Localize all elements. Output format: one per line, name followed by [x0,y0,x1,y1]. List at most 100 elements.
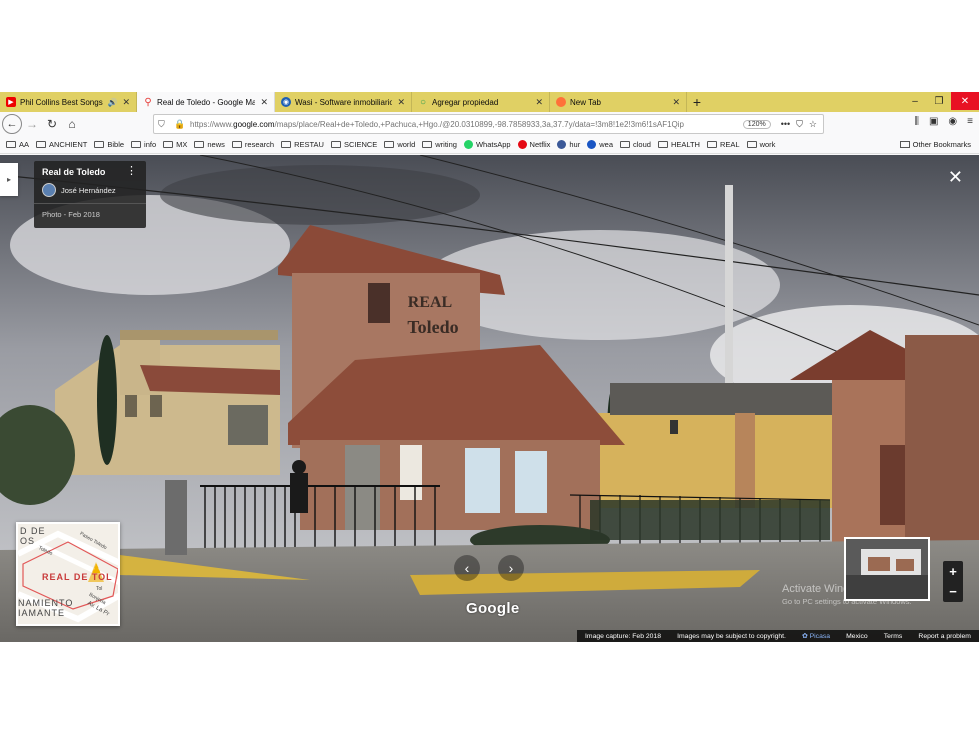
folder-icon [330,141,341,148]
address-bar[interactable]: ⛉ 🔒 https://www.google.com/maps/place/Re… [153,114,824,134]
window-close-icon[interactable]: ✕ [951,92,979,110]
bookmark-restau[interactable]: RESTAU [281,140,324,149]
bookmark-aa[interactable]: AA [6,140,29,149]
back-button[interactable]: ← [2,114,22,134]
place-title[interactable]: Real de Toledo [42,167,138,177]
close-icon[interactable]: ✕ [535,97,543,108]
folder-icon [384,141,395,148]
hur-icon [557,140,567,149]
bookmark-wea[interactable]: wea [587,140,613,149]
bookmark-health[interactable]: HEALTH [657,140,700,149]
zoom-out-button[interactable]: − [949,584,957,599]
close-streetview-icon[interactable]: ✕ [948,167,963,188]
library-icon[interactable]: ⫼ [914,116,919,127]
restore-icon[interactable]: ❐ [927,92,951,110]
bookmark-label: MX [176,140,188,149]
account-icon[interactable]: ◉ [948,116,957,127]
panorama-image[interactable]: REAL Toledo [0,155,979,642]
photo-date: Photo - Feb 2018 [42,210,100,219]
window-controls: – ❐ ✕ [903,92,979,112]
bookmark-label: info [144,140,157,149]
bookmark-research[interactable]: research [231,140,274,149]
copyright-notice[interactable]: Images may be subject to copyright. [677,633,786,640]
bookmark-whatsapp[interactable]: WhatsApp [463,140,511,149]
sidebar-icon[interactable]: ▣ [929,116,938,127]
bookmark-world[interactable]: world [384,140,415,149]
hamburger-menu-icon[interactable]: ≡ [967,116,973,127]
bookmark-real[interactable]: REAL [706,140,740,149]
folder-icon [746,141,757,148]
folder-icon [131,141,142,148]
map-footer: Image capture: Feb 2018 Images may be su… [577,630,979,642]
youtube-icon: ▶ [6,97,16,107]
bookmark-info[interactable]: info [131,140,156,149]
page-actions-menu[interactable]: ••• [781,119,790,129]
pocket-icon[interactable]: ⛉ [796,119,803,130]
folder-icon [163,141,174,148]
minimize-icon[interactable]: – [903,92,927,110]
close-icon[interactable]: ✕ [397,97,405,108]
browser-window: ▶ Phil Collins Best Songs - Ph 🔊 ✕ ⚲ Rea… [0,92,979,642]
terms-link[interactable]: Terms [884,633,903,640]
tab-new-tab[interactable]: New Tab ✕ [550,92,687,112]
tab-strip: ▶ Phil Collins Best Songs - Ph 🔊 ✕ ⚲ Rea… [0,92,979,112]
bookmark-star-icon[interactable]: ☆ [809,119,817,130]
new-tab-button[interactable]: + [687,92,707,112]
tab-phil-collins[interactable]: ▶ Phil Collins Best Songs - Ph 🔊 ✕ [0,92,137,112]
close-icon[interactable]: ✕ [260,97,268,108]
thumbnail-image [846,539,928,599]
speaker-icon[interactable]: 🔊 [107,98,117,107]
picasa-icon: ✿ [802,633,808,640]
bookmark-label: Bible [107,140,125,149]
bookmark-hur[interactable]: hur [557,140,580,149]
bookmark-label: HEALTH [670,140,700,149]
bookmark-mx[interactable]: MX [163,140,187,149]
tab-label: Phil Collins Best Songs - Ph [20,97,104,107]
country-label[interactable]: Mexico [846,633,868,640]
photo-info-card: Real de Toledo José Hernández Photo - Fe… [34,161,146,228]
forward-button[interactable]: → [22,114,42,134]
tab-wasi[interactable]: ◉ Wasi - Software inmobiliario ✕ [275,92,412,112]
tab-agregar-propiedad[interactable]: ○ Agregar propiedad ✕ [412,92,550,112]
street-view-panorama[interactable]: REAL Toledo ▸ Real de Toledo José Hernán… [0,155,979,642]
bookmark-bible[interactable]: Bible [94,140,124,149]
minimap[interactable]: D DE OS REAL DE TOL Toledo Paseo Toledo … [16,522,120,626]
expand-panel-button[interactable]: ▸ [0,163,18,196]
zoom-in-button[interactable]: + [949,564,957,579]
report-problem-link[interactable]: Report a problem [918,633,971,640]
folder-icon [422,141,433,148]
more-vert-icon[interactable]: ⋮ [126,166,137,177]
maps-pin-icon: ⚲ [144,96,152,108]
home-button[interactable]: ⌂ [62,114,82,134]
photo-thumbnail[interactable] [844,537,930,601]
bookmark-label: AA [19,140,30,149]
photo-author[interactable]: José Hernández [42,183,138,197]
tab-label: Real de Toledo - Google Maps [157,97,256,107]
gate-sign-line2: Toledo [407,317,458,337]
minimap-label: OS [20,536,36,546]
picasa-link[interactable]: ✿ Picasa [802,632,830,640]
bookmark-news[interactable]: news [194,140,225,149]
bookmark-label: REAL [719,140,740,149]
close-icon[interactable]: ✕ [672,97,680,108]
other-bookmarks[interactable]: Other Bookmarks [899,140,971,149]
bookmark-cloud[interactable]: cloud [620,140,651,149]
bookmark-work[interactable]: work [746,140,775,149]
reload-button[interactable]: ↻ [42,114,62,134]
shield-icon[interactable]: ⛉ [158,119,170,130]
wasi-icon: ◉ [281,97,291,107]
bookmark-netflix[interactable]: Netflix [517,140,550,149]
bookmark-science[interactable]: SCIENCE [330,140,377,149]
folder-icon [657,141,668,148]
pan-right-arrow[interactable]: › [498,555,524,581]
bookmark-writing[interactable]: writing [422,140,457,149]
close-icon[interactable]: ✕ [122,97,130,108]
pan-left-arrow[interactable]: ‹ [454,555,480,581]
lock-icon[interactable]: 🔒 [174,119,186,130]
bookmark-anchient[interactable]: ANCHIENT [36,140,87,149]
folder-icon [94,141,105,148]
url-text[interactable]: https://www.google.com/maps/place/Real+d… [190,120,743,129]
tab-google-maps[interactable]: ⚲ Real de Toledo - Google Maps ✕ [137,92,275,112]
wea-icon [587,140,597,149]
zoom-level-badge[interactable]: 120% [742,119,771,129]
